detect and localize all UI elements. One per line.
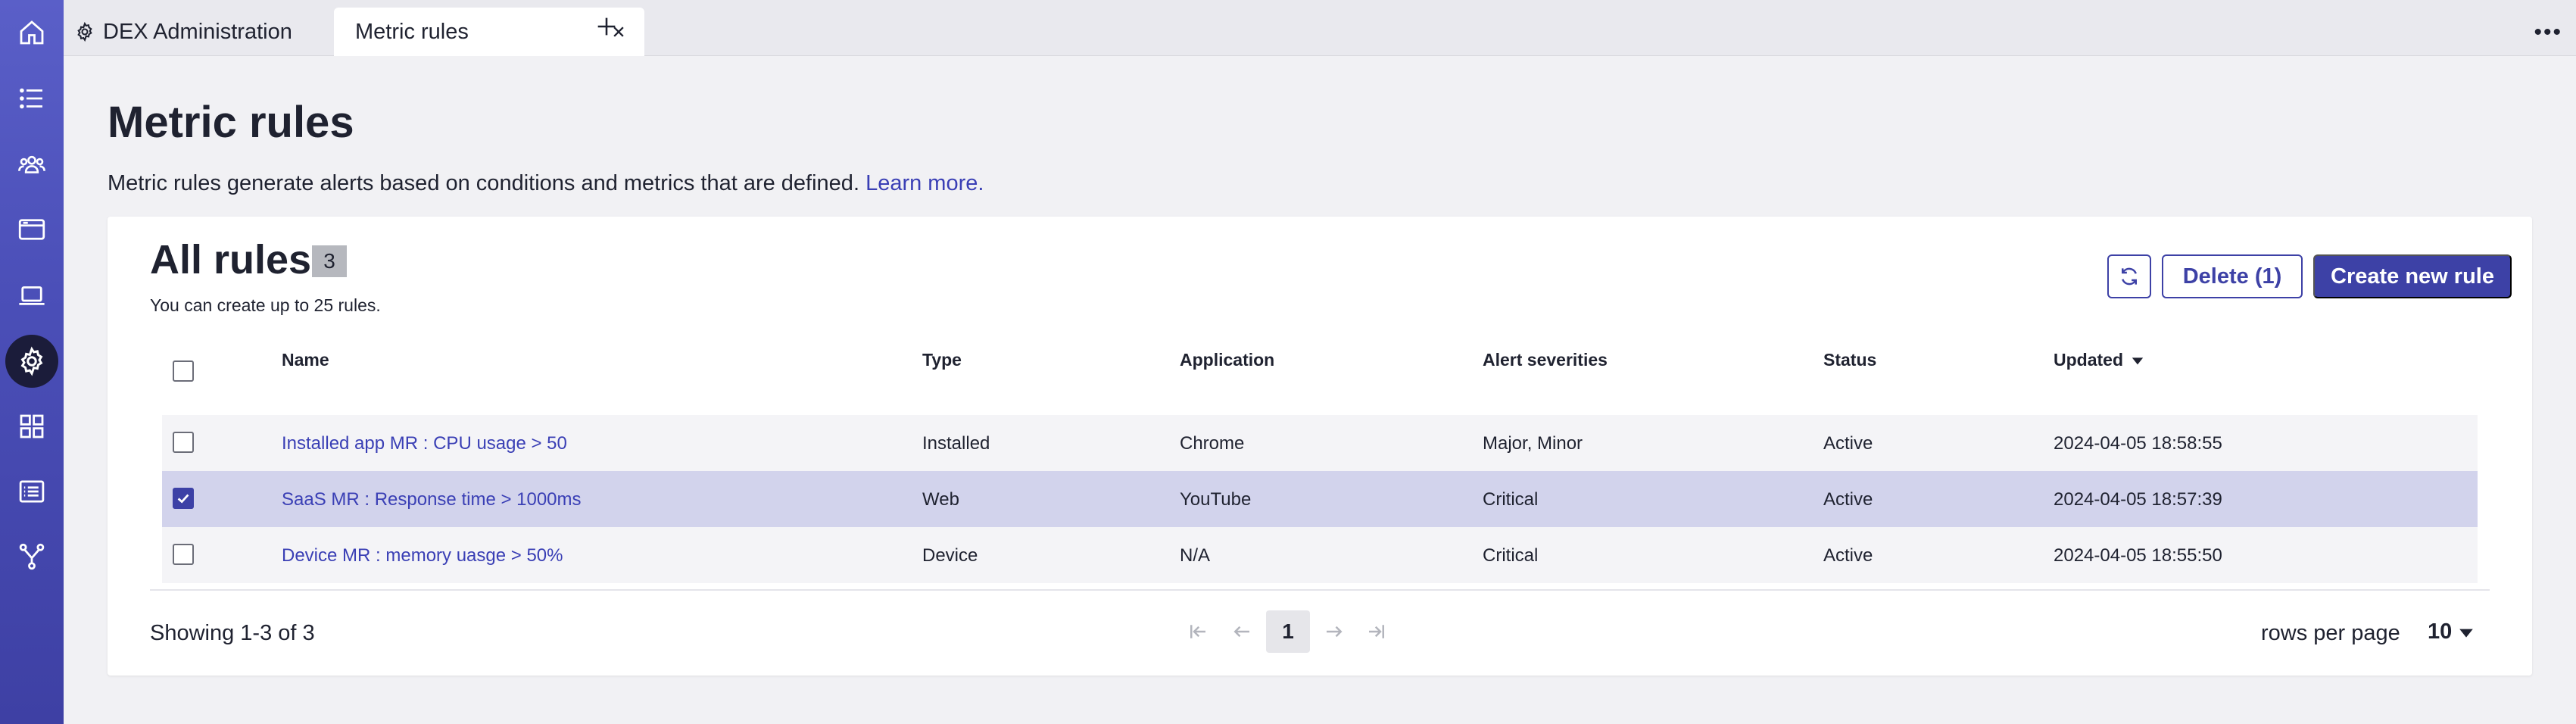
table-row[interactable]: Device MR : memory uasge > 50% Device N/… xyxy=(162,527,2478,583)
branch-icon xyxy=(19,543,45,570)
arrow-right-icon xyxy=(1327,626,1343,638)
home-icon xyxy=(20,20,44,45)
row-checkbox[interactable] xyxy=(173,544,194,565)
sort-descending-icon xyxy=(2132,357,2144,364)
chevron-down-icon xyxy=(2459,629,2474,638)
rule-type: Installed xyxy=(922,433,990,454)
rules-card: All rules 3 You can create up to 25 rule… xyxy=(108,217,2532,676)
row-checkbox[interactable] xyxy=(173,488,194,509)
row-checkbox[interactable] xyxy=(173,432,194,453)
page-title: Metric rules xyxy=(108,98,354,147)
page-description: Metric rules generate alerts based on co… xyxy=(108,171,984,196)
rule-updated: 2024-04-05 18:57:39 xyxy=(2054,489,2222,510)
table-row[interactable]: Installed app MR : CPU usage > 50 Instal… xyxy=(162,415,2478,471)
rule-updated: 2024-04-05 18:58:55 xyxy=(2054,433,2222,454)
rule-application: Chrome xyxy=(1180,433,1245,454)
next-page-button[interactable] xyxy=(1319,610,1349,653)
users-icon xyxy=(18,155,45,173)
rule-name-link[interactable]: SaaS MR : Response time > 1000ms xyxy=(282,489,582,510)
rule-severities: Critical xyxy=(1483,489,1539,510)
rows-per-page-select[interactable]: 10 xyxy=(2428,619,2475,644)
column-header-type[interactable]: Type xyxy=(922,350,962,370)
rules-count-badge: 3 xyxy=(312,245,347,277)
card-subtitle: You can create up to 25 rules. xyxy=(150,295,381,315)
tab-bar: DEX Administration Metric rules ••• xyxy=(64,0,2576,56)
rule-application: YouTube xyxy=(1180,489,1252,510)
left-nav-rail xyxy=(0,0,64,724)
rule-type: Web xyxy=(922,489,959,510)
rows-per-page-value: 10 xyxy=(2428,619,2453,644)
nav-settings[interactable] xyxy=(0,335,64,388)
table-row[interactable]: SaaS MR : Response time > 1000ms Web You… xyxy=(162,471,2478,527)
card-title: All rules xyxy=(150,237,312,282)
tab-label: Metric rules xyxy=(355,19,469,44)
nav-settings-active-indicator xyxy=(5,335,58,388)
rule-updated: 2024-04-05 18:55:50 xyxy=(2054,545,2222,566)
create-new-rule-button[interactable]: Create new rule xyxy=(2313,254,2512,298)
gear-icon xyxy=(77,21,92,42)
nav-integrations[interactable] xyxy=(0,530,64,583)
rule-name-link[interactable]: Device MR : memory uasge > 50% xyxy=(282,545,563,566)
last-page-icon xyxy=(1369,625,1384,638)
current-page-button[interactable]: 1 xyxy=(1266,610,1310,653)
checkmark-icon xyxy=(177,494,189,504)
delete-button[interactable]: Delete (1) xyxy=(2162,254,2303,298)
select-all-checkbox[interactable] xyxy=(173,360,194,382)
last-page-button[interactable] xyxy=(1361,610,1392,653)
page-description-text: Metric rules generate alerts based on co… xyxy=(108,171,859,195)
rule-status: Active xyxy=(1823,489,1873,510)
report-list-icon xyxy=(19,480,45,503)
showing-count: Showing 1-3 of 3 xyxy=(150,621,315,645)
previous-page-button[interactable] xyxy=(1227,610,1257,653)
column-header-updated-label: Updated xyxy=(2054,350,2123,370)
rule-type: Device xyxy=(922,545,978,566)
rule-name-link[interactable]: Installed app MR : CPU usage > 50 xyxy=(282,433,567,454)
arrow-left-icon xyxy=(1233,626,1249,638)
tab-dex-administration[interactable]: DEX Administration xyxy=(74,8,292,56)
nav-home[interactable] xyxy=(0,6,64,59)
rule-severities: Critical xyxy=(1483,545,1539,566)
rows-per-page-label: rows per page xyxy=(2261,621,2400,645)
column-header-name[interactable]: Name xyxy=(282,350,329,370)
refresh-button[interactable] xyxy=(2107,254,2151,298)
laptop-icon xyxy=(19,286,45,305)
table-footer-divider xyxy=(150,589,2490,591)
plus-icon[interactable] xyxy=(594,14,619,39)
column-header-updated[interactable]: Updated xyxy=(2054,350,2144,370)
rule-severities: Major, Minor xyxy=(1483,433,1583,454)
learn-more-link[interactable]: Learn more. xyxy=(865,171,984,195)
nav-dashboards[interactable] xyxy=(0,400,64,453)
nav-browser[interactable] xyxy=(0,203,64,256)
column-header-application[interactable]: Application xyxy=(1180,350,1274,370)
nav-users[interactable] xyxy=(0,138,64,191)
nav-list[interactable] xyxy=(0,72,64,125)
first-page-icon xyxy=(1190,625,1205,638)
column-header-status[interactable]: Status xyxy=(1823,350,1876,370)
tab-label: DEX Administration xyxy=(103,19,292,44)
rule-status: Active xyxy=(1823,433,1873,454)
grid-icon xyxy=(20,414,44,438)
refresh-icon xyxy=(2122,267,2137,286)
column-header-alert-severities[interactable]: Alert severities xyxy=(1483,350,1608,370)
browser-window-icon xyxy=(18,219,45,240)
more-options-icon[interactable]: ••• xyxy=(2534,20,2562,45)
first-page-button[interactable] xyxy=(1183,610,1213,653)
gear-icon xyxy=(20,346,43,376)
nav-devices[interactable] xyxy=(0,269,64,322)
nav-reports[interactable] xyxy=(0,465,64,518)
rule-application: N/A xyxy=(1180,545,1211,566)
rule-status: Active xyxy=(1823,545,1873,566)
list-icon xyxy=(20,88,42,109)
